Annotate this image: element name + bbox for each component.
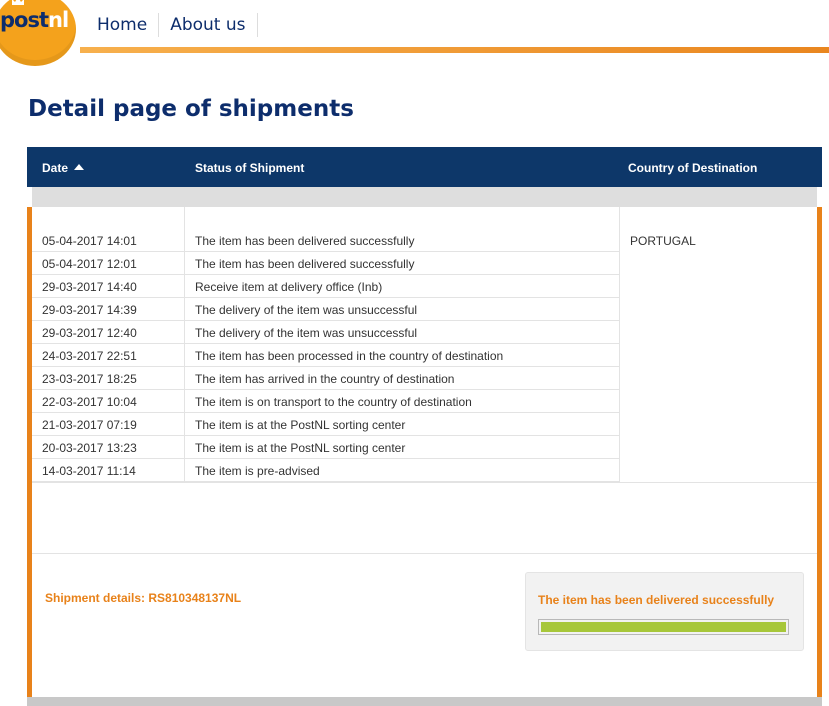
column-header-date[interactable]: Date <box>42 161 85 175</box>
table-row: 20-03-2017 13:23 The item is at the PostN… <box>32 436 620 459</box>
table-row: 24-03-2017 22:51 The item has been proces… <box>32 344 620 367</box>
row-status: Receive item at delivery office (Inb) <box>195 280 383 294</box>
delivery-status-box: The item has been delivered successfully <box>525 572 804 651</box>
row-status: The delivery of the item was unsuccessfu… <box>195 303 418 317</box>
country-of-destination: PORTUGAL <box>630 234 696 248</box>
panel-bottom-bar <box>27 697 822 706</box>
row-status: The item has been delivered successfully <box>195 257 415 271</box>
row-date: 24-03-2017 22:51 <box>42 349 137 363</box>
row-status: The item has been processed in the count… <box>195 349 504 363</box>
section-divider <box>32 553 817 554</box>
nav-home-link[interactable]: Home <box>86 13 160 37</box>
table-row: 29-03-2017 12:40 The delivery of the item… <box>32 321 620 344</box>
table-row: 05-04-2017 14:01 The item has been delive… <box>32 229 620 252</box>
row-status: The item is at the PostNL sorting center <box>195 441 406 455</box>
sort-ascending-icon[interactable] <box>74 164 85 170</box>
delivery-progress-fill <box>539 620 788 634</box>
row-date: 05-04-2017 12:01 <box>42 257 137 271</box>
delivery-progress-bar <box>538 619 789 635</box>
table-bottom-divider <box>32 482 817 483</box>
table-row: 29-03-2017 14:39 The delivery of the item… <box>32 298 620 321</box>
row-date: 05-04-2017 14:01 <box>42 234 137 248</box>
table-row: 21-03-2017 07:19 The item is at the PostN… <box>32 413 620 436</box>
shipment-details-label: Shipment details: RS810348137NL <box>45 591 242 605</box>
row-date: 21-03-2017 07:19 <box>42 418 137 432</box>
page-title: Detail page of shipments <box>28 96 354 122</box>
row-status: The item is pre-advised <box>195 464 320 478</box>
table-row: 23-03-2017 18:25 The item has arrived in … <box>32 367 620 390</box>
main-nav: Home About us <box>86 13 258 37</box>
delivery-status-text: The item has been delivered successfully <box>538 593 775 607</box>
crown-icon <box>12 0 24 5</box>
row-status: The delivery of the item was unsuccessfu… <box>195 326 418 340</box>
postnl-logo[interactable]: postnl <box>0 0 76 66</box>
row-date: 22-03-2017 10:04 <box>42 395 137 409</box>
row-status: The item has been delivered successfully <box>195 234 415 248</box>
row-status: The item has arrived in the country of d… <box>195 372 455 386</box>
nav-about-link[interactable]: About us <box>159 13 258 37</box>
header-accent-line <box>80 47 829 53</box>
table-header: Date Status of Shipment Country of Desti… <box>27 147 822 187</box>
table-row: 14-03-2017 11:14 The item is pre-advised <box>32 459 620 482</box>
row-date: 20-03-2017 13:23 <box>42 441 137 455</box>
row-status: The item is at the PostNL sorting center <box>195 418 406 432</box>
table-row: 22-03-2017 10:04 The item is on transport… <box>32 390 620 413</box>
table-row: 05-04-2017 12:01 The item has been delive… <box>32 252 620 275</box>
row-date: 29-03-2017 14:39 <box>42 303 137 317</box>
row-status: The item is on transport to the country … <box>195 395 472 409</box>
row-date: 23-03-2017 18:25 <box>42 372 137 386</box>
table-row: 29-03-2017 14:40 Receive item at delivery… <box>32 275 620 298</box>
column-header-country[interactable]: Country of Destination <box>628 161 757 175</box>
row-date: 14-03-2017 11:14 <box>42 464 136 478</box>
row-date: 29-03-2017 14:40 <box>42 280 137 294</box>
column-header-status[interactable]: Status of Shipment <box>195 161 304 175</box>
table-filter-bar <box>32 187 817 207</box>
row-date: 29-03-2017 12:40 <box>42 326 137 340</box>
logo-wordmark: postnl <box>0 8 69 32</box>
